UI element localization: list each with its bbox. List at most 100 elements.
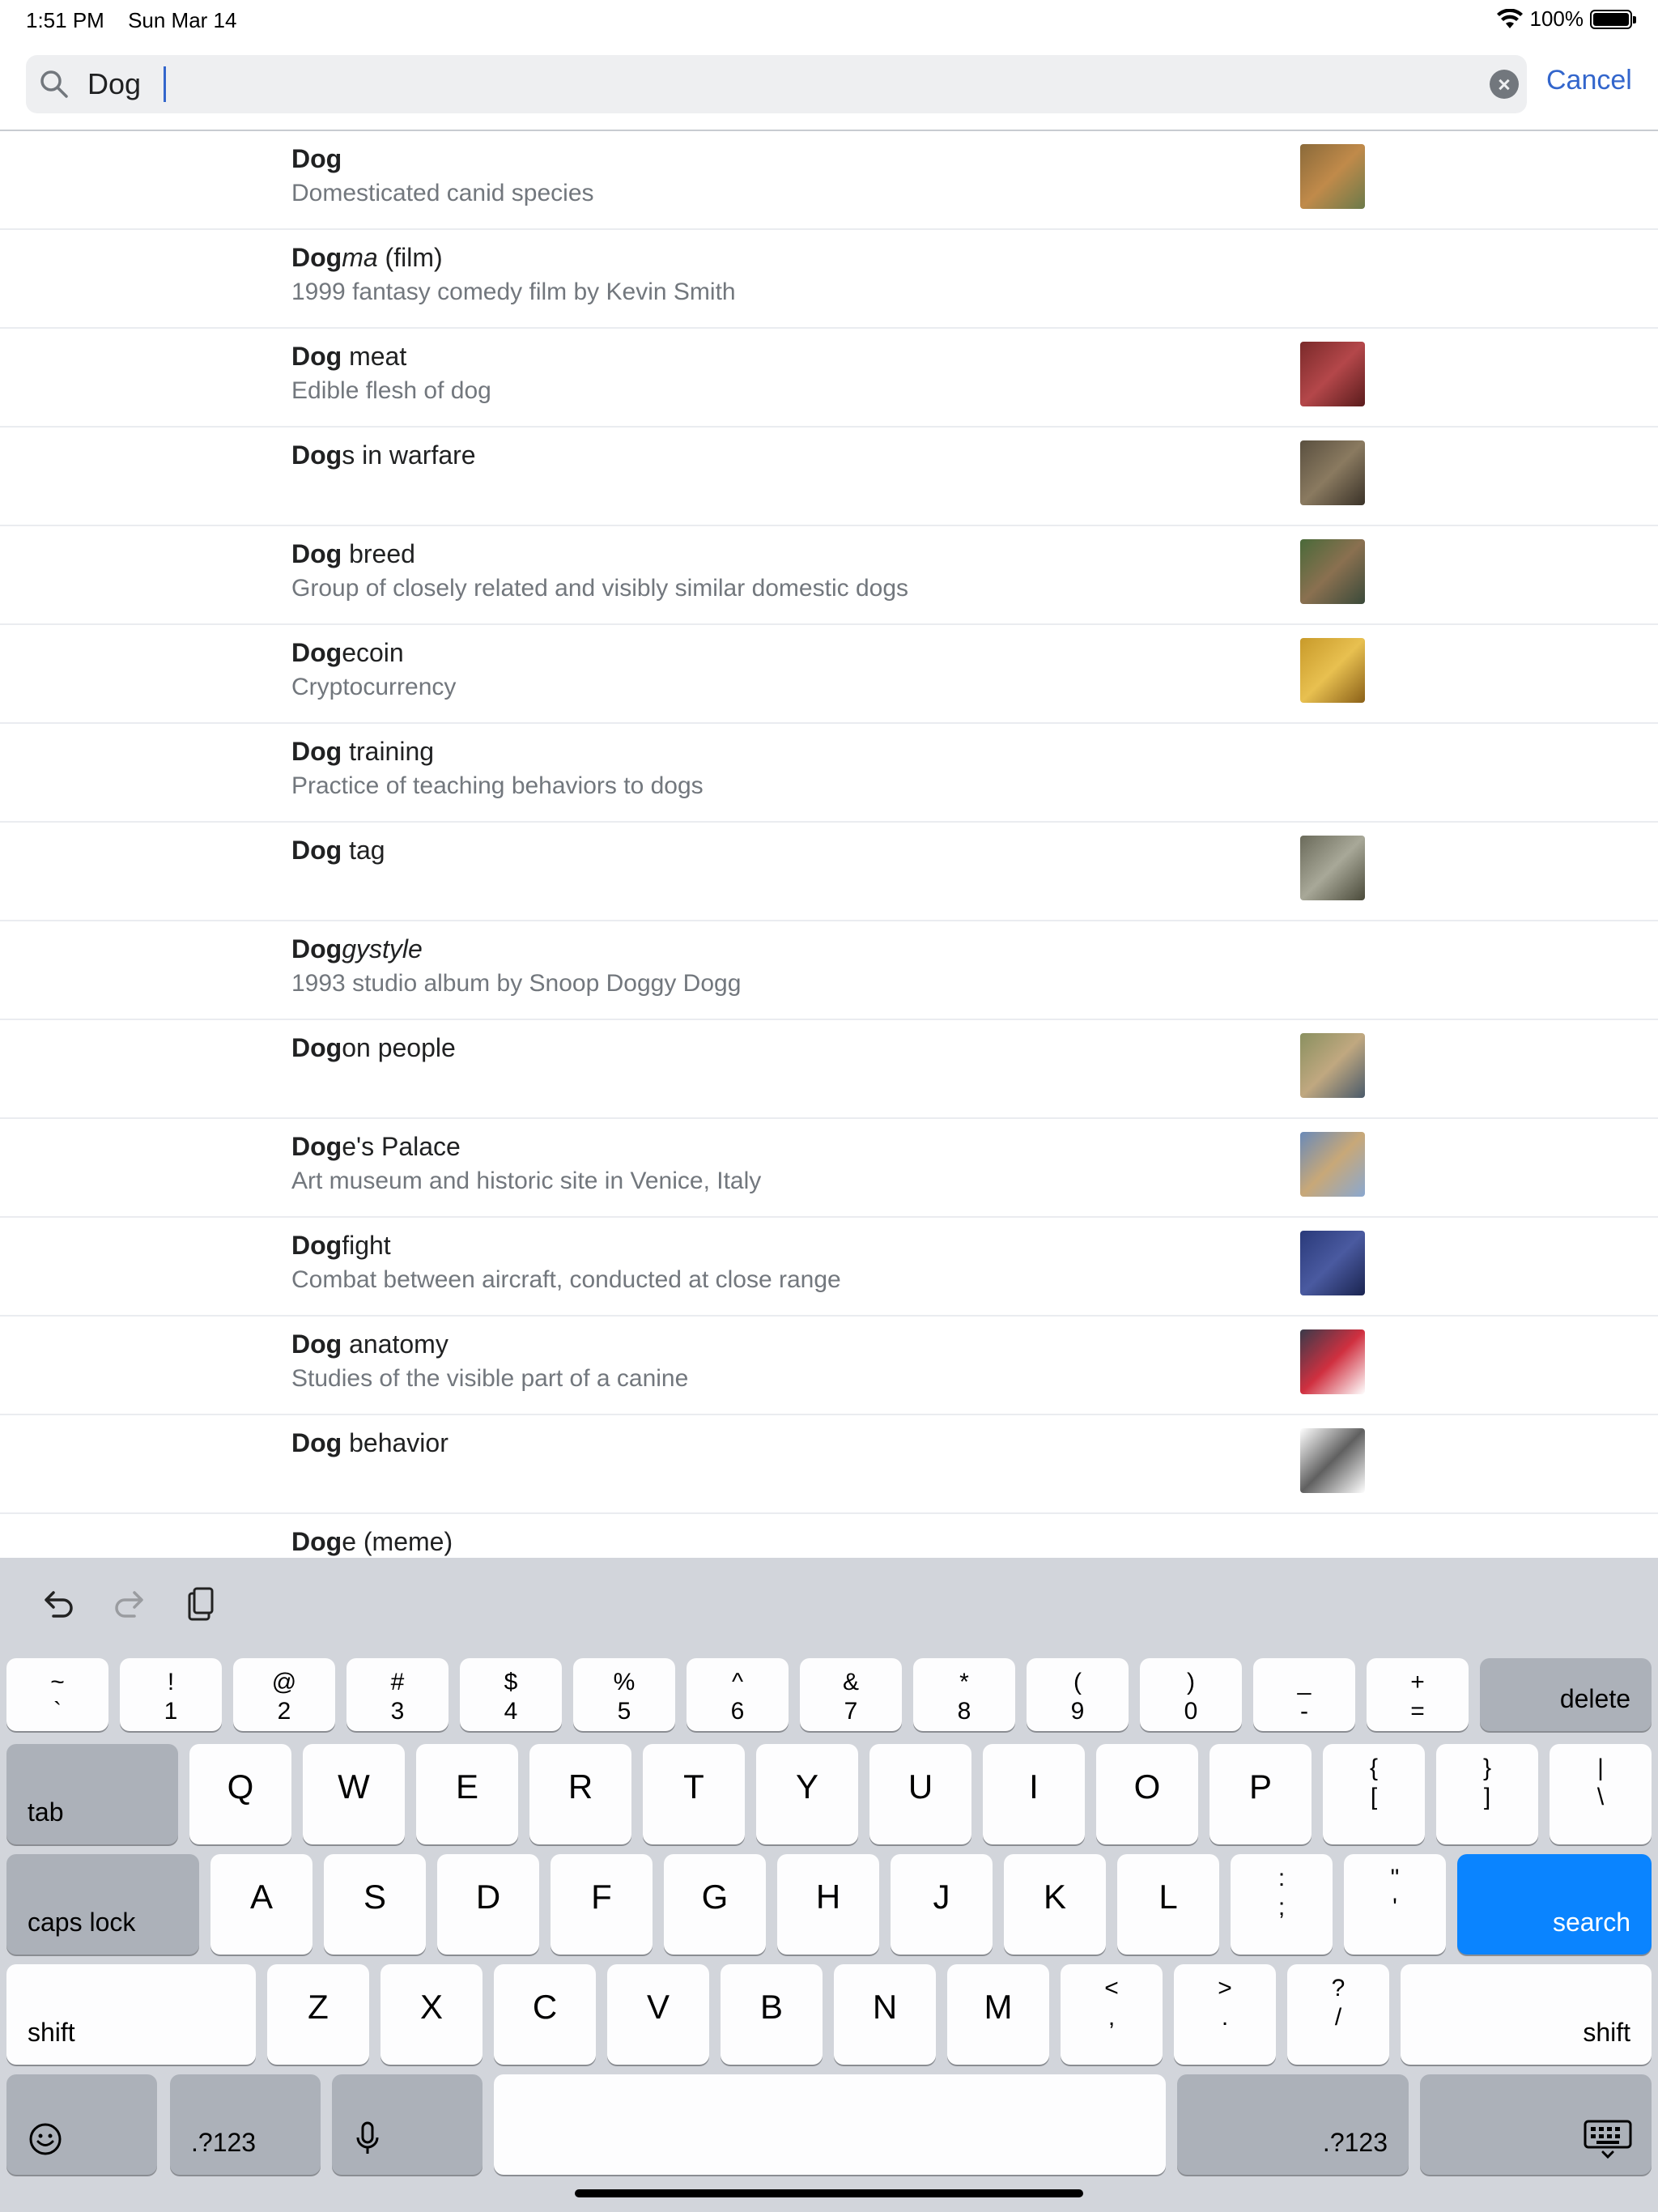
result-row[interactable]: Doge (meme) <box>0 1514 1658 1558</box>
key-5[interactable]: % 5 <box>573 1658 675 1731</box>
result-title-rest: meat <box>342 342 407 371</box>
key-[[interactable]: {[ <box>1323 1744 1425 1844</box>
key-label: tab <box>28 1797 64 1827</box>
key-i[interactable]: I <box>983 1744 1085 1844</box>
key-shift-char: _ <box>1297 1669 1312 1695</box>
result-row[interactable]: Dogon people <box>0 1020 1658 1119</box>
key-u[interactable]: U <box>869 1744 971 1844</box>
key-d[interactable]: D <box>437 1854 539 1955</box>
key-s[interactable]: S <box>324 1854 426 1955</box>
key-1[interactable]: ! 1 <box>120 1658 222 1731</box>
key-w[interactable]: W <box>303 1744 405 1844</box>
status-bar: 1:51 PM Sun Mar 14 100% <box>0 0 1658 39</box>
key-\[interactable]: | \ <box>1550 1744 1652 1844</box>
key-h[interactable]: H <box>777 1854 879 1955</box>
key-g[interactable]: G <box>664 1854 766 1955</box>
result-row[interactable]: Doggystyle 1993 studio album by Snoop Dog… <box>0 921 1658 1020</box>
key--[interactable]: _ - <box>1253 1658 1355 1731</box>
result-row[interactable]: Dogs in warfare <box>0 428 1658 526</box>
paste-icon[interactable] <box>180 1584 222 1626</box>
tab-key[interactable]: tab <box>6 1744 178 1844</box>
result-row[interactable]: Dogma (film) 1999 fantasy comedy film by … <box>0 230 1658 329</box>
numbers-key-left[interactable]: .?123 <box>170 2074 321 2175</box>
key-k[interactable]: K <box>1004 1854 1106 1955</box>
key-7[interactable]: & 7 <box>800 1658 902 1731</box>
key-n[interactable]: N <box>834 1964 936 2065</box>
result-row[interactable]: Dog breed Group of closely related and vi… <box>0 526 1658 625</box>
result-row[interactable]: Doge's Palace Art museum and historic sit… <box>0 1119 1658 1218</box>
result-title-rest: behavior <box>342 1428 449 1457</box>
delete-key[interactable]: delete <box>1480 1658 1652 1731</box>
key-6[interactable]: ^ 6 <box>687 1658 789 1731</box>
key-e[interactable]: E <box>416 1744 518 1844</box>
key-x[interactable]: X <box>380 1964 483 2065</box>
result-row[interactable]: Dogecoin Cryptocurrency <box>0 625 1658 724</box>
key-t[interactable]: T <box>643 1744 745 1844</box>
key-period[interactable]: >. <box>1174 1964 1276 2065</box>
undo-icon[interactable] <box>37 1584 79 1626</box>
result-title-match: Dog <box>291 934 342 963</box>
result-thumbnail <box>1300 1231 1365 1295</box>
clear-icon[interactable] <box>1490 70 1519 99</box>
numbers-key-right[interactable]: .?123 <box>1177 2074 1409 2175</box>
result-row[interactable]: Dogfight Combat between aircraft, conduct… <box>0 1218 1658 1317</box>
key-8[interactable]: * 8 <box>913 1658 1015 1731</box>
key-a[interactable]: A <box>210 1854 312 1955</box>
result-row[interactable]: Dog tag <box>0 823 1658 921</box>
key-q[interactable]: Q <box>189 1744 291 1844</box>
key-b[interactable]: B <box>721 1964 823 2065</box>
key-z[interactable]: Z <box>267 1964 369 2065</box>
emoji-key[interactable] <box>6 2074 157 2175</box>
key-label: shift <box>1583 2018 1630 2047</box>
cancel-button[interactable]: Cancel <box>1546 65 1632 96</box>
key-char: 2 <box>277 1698 291 1725</box>
key-shift-char: ^ <box>731 1669 744 1695</box>
result-title: Dogon people <box>291 1033 456 1063</box>
key-v[interactable]: V <box>607 1964 709 2065</box>
key-`[interactable]: ~ ` <box>6 1658 108 1731</box>
space-key[interactable] <box>494 2074 1166 2175</box>
result-row[interactable]: Dog meat Edible flesh of dog <box>0 329 1658 428</box>
key-f[interactable]: F <box>551 1854 653 1955</box>
key-char: C <box>532 1988 558 2026</box>
key-p[interactable]: P <box>1209 1744 1312 1844</box>
key-c[interactable]: C <box>494 1964 596 2065</box>
key-quote[interactable]: " ' <box>1344 1854 1446 1955</box>
key-r[interactable]: R <box>529 1744 631 1844</box>
key-semicolon[interactable]: :; <box>1231 1854 1333 1955</box>
search-input[interactable] <box>87 63 1464 105</box>
result-row[interactable]: Dog behavior <box>0 1415 1658 1514</box>
key-y[interactable]: Y <box>756 1744 858 1844</box>
key-m[interactable]: M <box>947 1964 1049 2065</box>
emoji-icon <box>29 2123 62 2155</box>
key-slash[interactable]: ? / <box>1287 1964 1389 2065</box>
search-key[interactable]: search <box>1457 1854 1652 1955</box>
caps-lock-key[interactable]: caps lock <box>6 1854 199 1955</box>
wifi-icon <box>1496 8 1523 28</box>
result-row[interactable]: Dog training Practice of teaching behavio… <box>0 724 1658 823</box>
key-][interactable]: }] <box>1436 1744 1538 1844</box>
search-bar[interactable] <box>26 55 1527 113</box>
shift-right-key[interactable]: shift <box>1401 1964 1652 2065</box>
key-3[interactable]: #3 <box>346 1658 449 1731</box>
key-shift-char: ~ <box>50 1669 65 1695</box>
result-title-rest: fight <box>342 1231 391 1260</box>
key-o[interactable]: O <box>1096 1744 1198 1844</box>
dictation-key[interactable] <box>332 2074 483 2175</box>
hide-keyboard-key[interactable] <box>1420 2074 1652 2175</box>
key-j[interactable]: J <box>891 1854 993 1955</box>
key-comma[interactable]: <, <box>1061 1964 1163 2065</box>
result-row[interactable]: Dog Domesticated canid species <box>0 131 1658 230</box>
key-=[interactable]: + = <box>1367 1658 1469 1731</box>
redo-icon[interactable] <box>108 1584 151 1626</box>
result-title-match: Dog <box>291 243 342 272</box>
key-0[interactable]: ) 0 <box>1140 1658 1242 1731</box>
key-shift-char: ? <box>1331 1975 1346 2001</box>
key-char: ` <box>53 1698 62 1725</box>
key-4[interactable]: $4 <box>460 1658 562 1731</box>
shift-left-key[interactable]: shift <box>6 1964 256 2065</box>
key-l[interactable]: L <box>1117 1854 1219 1955</box>
key-9[interactable]: (9 <box>1027 1658 1129 1731</box>
result-row[interactable]: Dog anatomy Studies of the visible part o… <box>0 1317 1658 1415</box>
key-2[interactable]: @2 <box>233 1658 335 1731</box>
